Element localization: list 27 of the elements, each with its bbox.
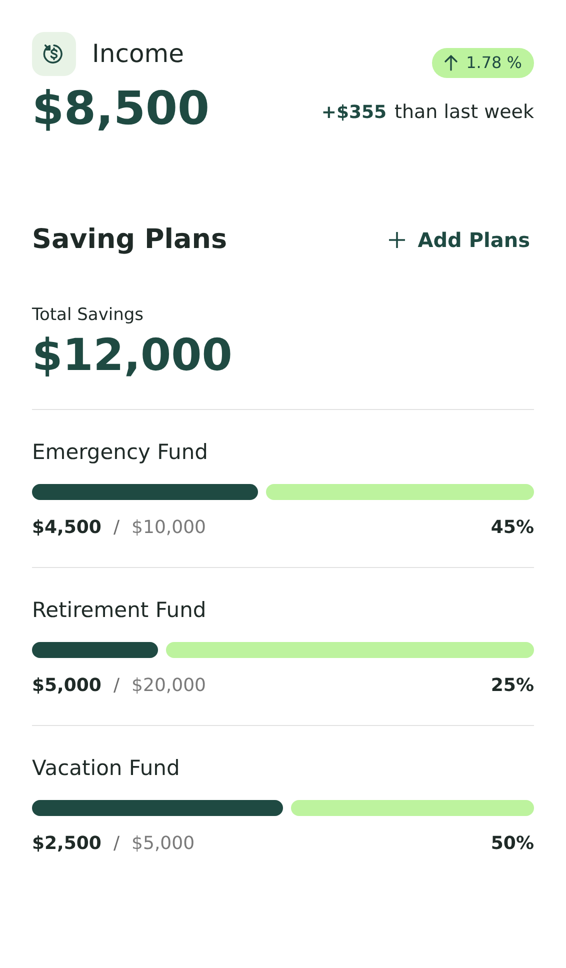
plan-percent: 25%: [490, 674, 534, 698]
delta-amount: +$355: [321, 100, 387, 125]
saved-amount: $4,500: [32, 516, 102, 540]
goal-amount: $5,000: [132, 832, 195, 856]
separator: /: [113, 832, 120, 856]
separator: /: [113, 516, 120, 540]
plan-percent: 45%: [490, 516, 534, 540]
arrow-up-icon: [444, 55, 458, 71]
add-plans-button[interactable]: Add Plans: [388, 225, 534, 256]
goal-amount: $10,000: [132, 516, 206, 540]
total-savings-label: Total Savings: [32, 304, 145, 324]
plus-icon: [388, 231, 406, 250]
delta-text: than last week: [394, 100, 534, 125]
separator: /: [113, 674, 120, 698]
income-amount: $8,500: [32, 80, 210, 136]
plan-name: Vacation Fund: [32, 756, 181, 780]
total-savings-amount: $12,000: [32, 328, 234, 382]
income-icon: [32, 32, 76, 76]
change-badge: 1.78 %: [432, 48, 534, 78]
plan-percent: 50%: [490, 832, 534, 856]
saved-amount: $2,500: [32, 832, 102, 856]
plan-name: Retirement Fund: [32, 598, 208, 622]
income-title: Income: [92, 38, 184, 70]
section-title: Saving Plans: [32, 223, 228, 257]
goal-amount: $20,000: [132, 674, 206, 698]
saved-amount: $5,000: [32, 674, 102, 698]
plan-name: Emergency Fund: [32, 440, 209, 464]
